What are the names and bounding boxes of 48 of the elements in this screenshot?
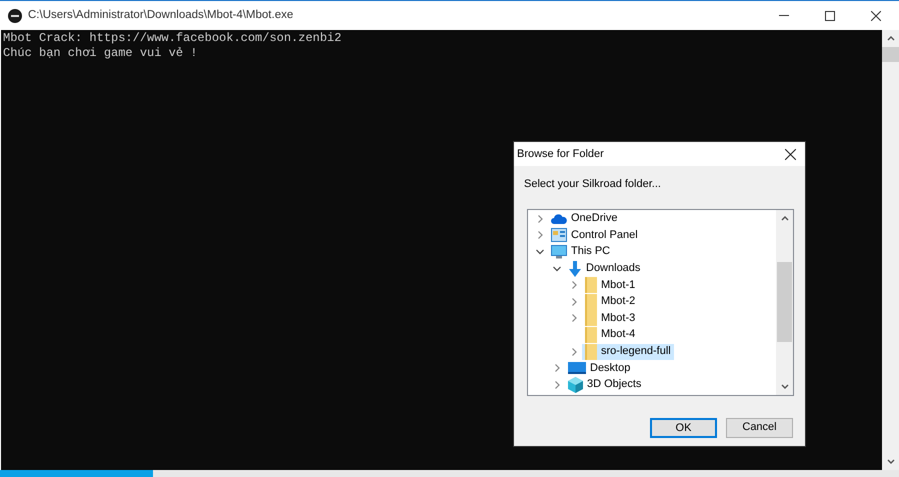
tree-item[interactable]: This PC — [571, 246, 610, 258]
maximize-icon — [825, 10, 835, 20]
scroll-thumb[interactable] — [882, 47, 899, 62]
scrollbar[interactable] — [776, 210, 793, 394]
expand-chevron-icon[interactable] — [570, 281, 578, 290]
console-line: Chúc bạn chơi game vui vẻ ! — [2, 46, 198, 61]
desktop-icon — [568, 362, 586, 374]
scroll-thumb[interactable] — [777, 262, 792, 342]
close-icon — [784, 148, 796, 160]
expand-chevron-icon[interactable] — [536, 214, 544, 223]
app-icon — [8, 8, 22, 22]
dialog-button[interactable]: OK — [650, 418, 717, 438]
close-icon — [871, 10, 881, 20]
cloud-icon — [551, 214, 567, 224]
folder-icon — [585, 344, 597, 360]
tree-item[interactable]: Control Panel — [571, 230, 638, 241]
folder-tree[interactable]: OneDrive Control Panel This PC Downloads Mbot-1 Mbot-2 Mbot-3 Mbot-4 sro-legend-full Desktop 3D Objects — [527, 208, 794, 396]
tree-item[interactable]: Mbot-4 — [601, 329, 636, 340]
cube-icon — [568, 376, 583, 393]
collapse-chevron-icon[interactable] — [553, 264, 561, 273]
dialog-title: Browse for Folder — [517, 146, 604, 162]
expand-chevron-icon[interactable] — [553, 364, 561, 372]
dialog-button[interactable]: Cancel — [726, 418, 793, 438]
down-arrow-icon — [568, 260, 582, 277]
tree-item[interactable]: Mbot-1 — [601, 280, 636, 291]
dialog-prompt: Select your Silkroad folder... — [524, 177, 662, 192]
computer-icon — [551, 244, 567, 259]
minimize-icon — [779, 15, 789, 16]
tree-item[interactable]: Mbot-3 — [601, 312, 636, 324]
expand-chevron-icon[interactable] — [570, 314, 578, 322]
tree-item[interactable]: 3D Objects — [587, 379, 642, 390]
control-panel-icon — [551, 228, 567, 242]
window-title: C:\Users\Administrator\Downloads\Mbot-4\Mbot.exe — [28, 8, 294, 23]
folder-icon — [585, 277, 597, 294]
tree-item[interactable]: Downloads — [586, 263, 640, 274]
expand-chevron-icon[interactable] — [570, 348, 578, 356]
scrollbar[interactable] — [882, 30, 899, 470]
folder-icon — [585, 326, 597, 343]
tree-item[interactable]: OneDrive — [571, 213, 618, 224]
collapse-chevron-icon[interactable] — [536, 248, 544, 256]
tree-item[interactable]: Mbot-2 — [601, 296, 636, 308]
expand-chevron-icon[interactable] — [536, 231, 544, 240]
expand-chevron-icon[interactable] — [570, 298, 578, 306]
console-line: Mbot Crack: https://www.facebook.com/son.zenbi2 — [2, 31, 342, 46]
tree-item[interactable]: Desktop — [590, 362, 630, 374]
expand-chevron-icon[interactable] — [553, 380, 561, 389]
folder-icon — [585, 294, 597, 310]
folder-icon — [585, 310, 597, 326]
